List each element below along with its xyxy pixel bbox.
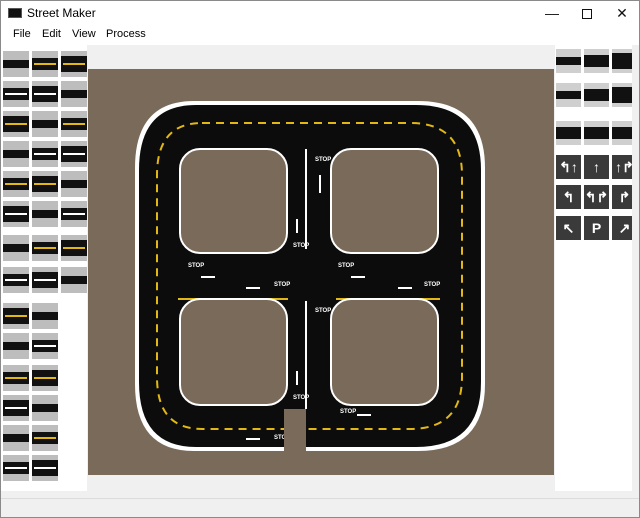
menu-edit[interactable]: Edit [42, 28, 61, 40]
app-window: Street Maker — ✕ File Edit View Process [0, 0, 640, 518]
road-tile[interactable] [61, 235, 87, 261]
road-tile[interactable] [61, 267, 87, 293]
road-tile[interactable] [32, 455, 58, 481]
marking-palette: ↰↑ ↑ ↑↱ ↰ ↰↱ ↱ ↖ P ↗ [555, 45, 639, 491]
road-tile[interactable] [61, 111, 87, 137]
road-tile[interactable] [3, 303, 29, 329]
road-tile[interactable] [32, 51, 58, 77]
road-tile[interactable] [32, 81, 58, 107]
stop-marking: STOP [274, 282, 290, 288]
road-tile[interactable] [61, 201, 87, 227]
road-tile[interactable] [3, 395, 29, 421]
road-tile[interactable] [3, 171, 29, 197]
stop-marking: STOP [293, 243, 309, 249]
road-tile[interactable] [32, 201, 58, 227]
road-tile[interactable] [32, 303, 58, 329]
road-tile[interactable] [3, 201, 29, 227]
menu-bar: File Edit View Process [1, 25, 639, 45]
road-tile-right[interactable] [556, 121, 581, 145]
close-button[interactable]: ✕ [599, 1, 640, 25]
road-tile-right[interactable] [556, 83, 581, 107]
road-tile[interactable] [61, 141, 87, 167]
road-tile-right[interactable] [584, 49, 609, 73]
road-tile-palette [1, 45, 87, 491]
city-block [179, 298, 288, 406]
road-tile[interactable] [61, 171, 87, 197]
city-block [330, 148, 439, 254]
window-title: Street Maker [27, 6, 96, 20]
arrow-left-straight-icon[interactable]: ↰↑ [556, 155, 581, 179]
road-tile[interactable] [61, 51, 87, 77]
road-tile-right[interactable] [556, 49, 581, 73]
road-tile[interactable] [32, 425, 58, 451]
road-tile[interactable] [3, 81, 29, 107]
menu-file[interactable]: File [13, 28, 31, 40]
road-tile[interactable] [32, 333, 58, 359]
road-tile[interactable] [3, 141, 29, 167]
maximize-icon [582, 9, 592, 20]
road-tile[interactable] [3, 111, 29, 137]
road-tile[interactable] [32, 141, 58, 167]
arrow-left-right-icon[interactable]: ↰↱ [584, 185, 609, 209]
stop-marking: STOP [338, 263, 354, 269]
city-block [330, 298, 439, 406]
menu-process[interactable]: Process [106, 28, 146, 40]
stop-marking: STOP [315, 157, 331, 163]
road-tile[interactable] [3, 235, 29, 261]
status-bar [1, 498, 639, 517]
road-tile[interactable] [3, 425, 29, 451]
road-tile[interactable] [32, 267, 58, 293]
road-end-notch [284, 409, 306, 453]
app-icon [8, 8, 22, 18]
stop-marking: STOP [293, 395, 309, 401]
parking-icon[interactable]: P [584, 216, 609, 240]
street-map[interactable]: STOP STOP STOP STOP STOP STOP STOP STOP … [88, 69, 554, 475]
road-tile[interactable] [32, 395, 58, 421]
road-tile[interactable] [3, 365, 29, 391]
arrow-left-icon[interactable]: ↰ [556, 185, 581, 209]
city-block [179, 148, 288, 254]
road-tile-right[interactable] [584, 121, 609, 145]
road-tile[interactable] [32, 171, 58, 197]
road-tile[interactable] [3, 51, 29, 77]
road-tile-right[interactable] [584, 83, 609, 107]
canvas-area: STOP STOP STOP STOP STOP STOP STOP STOP … [87, 45, 555, 491]
road-tile[interactable] [32, 235, 58, 261]
road-tile[interactable] [3, 333, 29, 359]
street-map-canvas[interactable]: STOP STOP STOP STOP STOP STOP STOP STOP … [88, 69, 554, 475]
road-tile[interactable] [32, 365, 58, 391]
stop-marking: STOP [340, 409, 356, 415]
menu-view[interactable]: View [72, 28, 96, 40]
road-tile[interactable] [61, 81, 87, 107]
stop-marking: STOP [424, 282, 440, 288]
road-tile[interactable] [32, 111, 58, 137]
title-bar[interactable]: Street Maker — ✕ [1, 1, 639, 25]
road-tile[interactable] [3, 267, 29, 293]
stop-marking: STOP [315, 308, 331, 314]
arrow-straight-icon[interactable]: ↑ [584, 155, 609, 179]
road-tile[interactable] [3, 455, 29, 481]
arrow-diagonal-left-icon[interactable]: ↖ [556, 216, 581, 240]
stop-marking: STOP [188, 263, 204, 269]
vertical-scrollbar[interactable] [632, 45, 639, 491]
